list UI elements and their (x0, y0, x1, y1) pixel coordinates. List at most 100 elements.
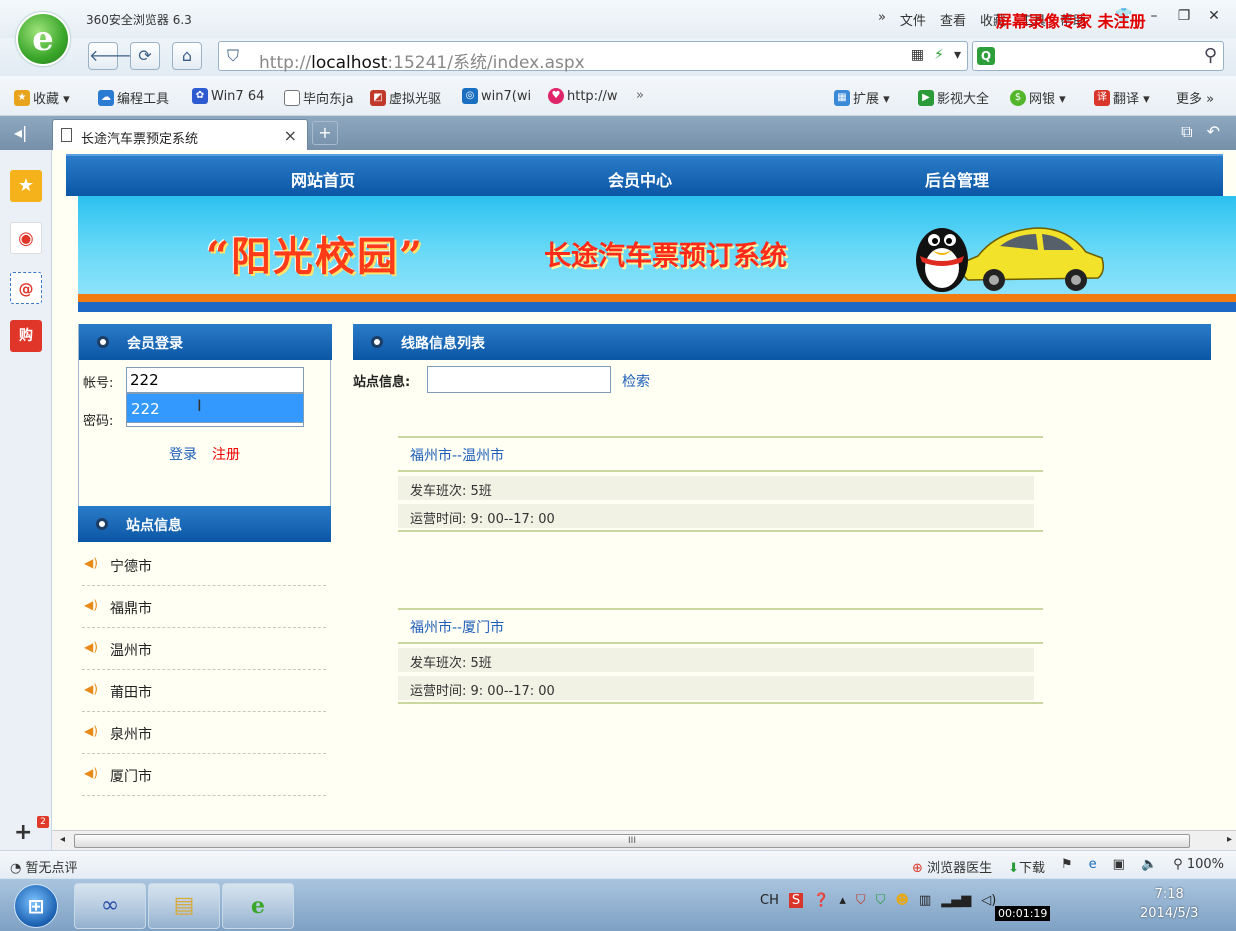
site-menu: 网站首页 会员中心 后台管理 (66, 154, 1223, 196)
fav-overflow-icon[interactable]: » (636, 88, 644, 103)
taskbar-360-browser[interactable]: e (222, 883, 294, 929)
tab-bus-ticket-system[interactable]: 长途汽车票预定系统 × (52, 119, 308, 150)
taskbar-visual-studio[interactable]: ∞ (74, 883, 146, 929)
banner-stripe-orange (78, 294, 1236, 302)
route-title[interactable]: 福州市--温州市 (410, 445, 504, 465)
system-tray: CH S ❓ ▴ ⛉ ⛉ ☻ ▥ ▂▄▆ ◁) (760, 893, 996, 908)
search-box[interactable]: Q ⚲ (972, 41, 1224, 71)
security-icon[interactable]: ⛉ (876, 893, 886, 908)
qq-icon[interactable]: ☻ (895, 893, 909, 908)
fav-item-http[interactable]: ♥ http://w (548, 88, 617, 104)
dropdown-icon[interactable]: ▾ (954, 47, 961, 63)
network-icon[interactable]: ▥ (919, 893, 931, 908)
scroll-left-icon[interactable]: ◂ (60, 834, 65, 845)
station-item[interactable]: ◀) 宁德市 (82, 544, 326, 586)
review-icon: ◔ (10, 861, 22, 876)
shopping-icon[interactable]: 购 (10, 320, 42, 352)
window-icon[interactable]: ▣ (1113, 857, 1125, 876)
member-login-panel: 会员登录 帐号: 密码: 222 222 I 登录 注册 (78, 324, 332, 509)
fav-item-more[interactable]: 更多 » (1176, 88, 1214, 107)
sidebar-toggle-icon[interactable]: ◂| (14, 123, 27, 142)
speaker-icon: ◀) (84, 598, 98, 612)
undo-close-icon[interactable]: ↶ (1207, 122, 1220, 142)
station-item[interactable]: ◀) 福鼎市 (82, 586, 326, 628)
input-language[interactable]: CH (760, 893, 779, 908)
zoom-icon: ⚲ (1173, 857, 1183, 872)
sogou-input-icon[interactable]: S (788, 893, 804, 908)
email-icon[interactable]: @ (10, 272, 42, 304)
autocomplete-suggestion[interactable]: 222 (126, 393, 304, 423)
sound-icon[interactable]: 🔈 (1141, 857, 1157, 876)
station-item[interactable]: ◀) 莆田市 (82, 670, 326, 712)
login-link[interactable]: 登录 (169, 444, 197, 464)
restore-button[interactable]: ❐ (1172, 6, 1196, 26)
menu-file[interactable]: 文件 (900, 10, 926, 29)
shield-icon[interactable]: ⛉ (856, 893, 866, 908)
station-item[interactable]: ◀) 泉州市 (82, 712, 326, 754)
bullet-icon (96, 518, 108, 530)
search-icon[interactable]: ⚲ (1204, 45, 1217, 66)
horizontal-scrollbar[interactable]: ◂ III ▸ (52, 830, 1236, 850)
fav-item-bixiangdong[interactable]: 毕向东ja (284, 88, 354, 107)
favorites-star-icon[interactable]: ★ (10, 170, 42, 202)
nav-home[interactable]: 网站首页 (291, 167, 355, 191)
fav-item-win7-64[interactable]: ✿ Win7 64 (192, 88, 264, 104)
add-sidebar-app-icon[interactable]: + (14, 820, 32, 845)
home-button[interactable]: ⌂ (172, 42, 202, 70)
translate-icon: 译 (1094, 89, 1110, 106)
station-search-input[interactable] (427, 366, 611, 393)
system-clock[interactable]: 7:18 2014/5/3 (1140, 885, 1198, 923)
minimize-button[interactable]: – (1142, 6, 1166, 26)
tray-expand-icon[interactable]: ▴ (839, 893, 846, 908)
fav-item-win7[interactable]: ◎ win7(wi (462, 88, 531, 104)
help-icon[interactable]: ❓ (813, 893, 829, 908)
fav-item-bank[interactable]: $ 网银 ▾ (1010, 88, 1066, 107)
download-icon: ⬇ (1008, 861, 1019, 876)
web-page: 网站首页 会员中心 后台管理 “阳光校园” 长途汽车票预订系统 会员登录 帐号: (52, 150, 1236, 830)
signal-icon[interactable]: ▂▄▆ (941, 893, 971, 908)
station-item[interactable]: ◀) 温州市 (82, 628, 326, 670)
virtual-drive-icon: ◩ (370, 89, 386, 106)
bank-icon: $ (1010, 89, 1026, 106)
status-review[interactable]: ◔ 暂无点评 (10, 857, 78, 876)
fav-item-translate[interactable]: 译翻译 ▾ (1094, 88, 1150, 107)
menu-more[interactable]: » (878, 10, 886, 29)
account-label: 帐号: (83, 376, 114, 391)
weibo-icon[interactable]: ◉ (10, 222, 42, 254)
download-button[interactable]: ⬇下载 (1008, 857, 1045, 876)
route-title[interactable]: 福州市--厦门市 (410, 617, 504, 637)
search-button[interactable]: 检索 (622, 371, 650, 391)
restore-tab-icon[interactable]: ⧉ (1181, 122, 1192, 142)
fav-item-virtual-drive[interactable]: ◩ 虚拟光驱 (370, 88, 441, 107)
close-button[interactable]: ✕ (1202, 6, 1226, 26)
speed-mode-icon[interactable]: ⚡ (934, 47, 944, 63)
menu-view[interactable]: 查看 (940, 10, 966, 29)
fav-item-favorites[interactable]: ★ 收藏 ▾ (14, 88, 70, 107)
station-item[interactable]: ◀) 厦门市 (82, 754, 326, 796)
refresh-button[interactable]: ⟳ (130, 42, 160, 70)
account-input[interactable]: 222 (126, 367, 304, 393)
ie-icon[interactable]: e (1089, 857, 1097, 876)
register-link[interactable]: 注册 (212, 444, 240, 464)
browser-doctor[interactable]: ⊕ 浏览器医生 (912, 857, 992, 876)
scroll-right-icon[interactable]: ▸ (1227, 834, 1232, 845)
back-button[interactable]: 🡐 (88, 42, 132, 70)
nav-member-center[interactable]: 会员中心 (608, 167, 672, 191)
navigation-bar: 🡐 ⟳ ⌂ ⛉ http://localhost:15241/系统/index.… (0, 38, 1236, 76)
taskbar-explorer[interactable]: ▤ (148, 883, 220, 929)
qrcode-icon[interactable]: ▦ (911, 47, 924, 63)
start-button[interactable]: ⊞ (14, 884, 58, 928)
scrollbar-thumb[interactable]: III (74, 834, 1190, 848)
zoom-control[interactable]: ⚲ 100% (1173, 857, 1224, 876)
fav-item-extensions[interactable]: ▦ 扩展 ▾ (834, 88, 890, 107)
nav-admin[interactable]: 后台管理 (925, 167, 989, 191)
tab-close-icon[interactable]: × (284, 126, 297, 145)
app-title: 360安全浏览器 6.3 (86, 13, 192, 27)
address-bar[interactable]: ⛉ http://localhost:15241/系统/index.aspx ▦… (218, 41, 968, 73)
compat-mode-icon[interactable]: ⚑ (1061, 857, 1073, 876)
baidu-paw-icon: ✿ (192, 88, 208, 104)
fav-item-programming[interactable]: ☁ 编程工具 (98, 88, 169, 107)
search-engine-icon[interactable]: Q (977, 47, 995, 65)
new-tab-button[interactable]: + (312, 121, 338, 145)
fav-item-video[interactable]: ▶ 影视大全 (918, 88, 989, 107)
